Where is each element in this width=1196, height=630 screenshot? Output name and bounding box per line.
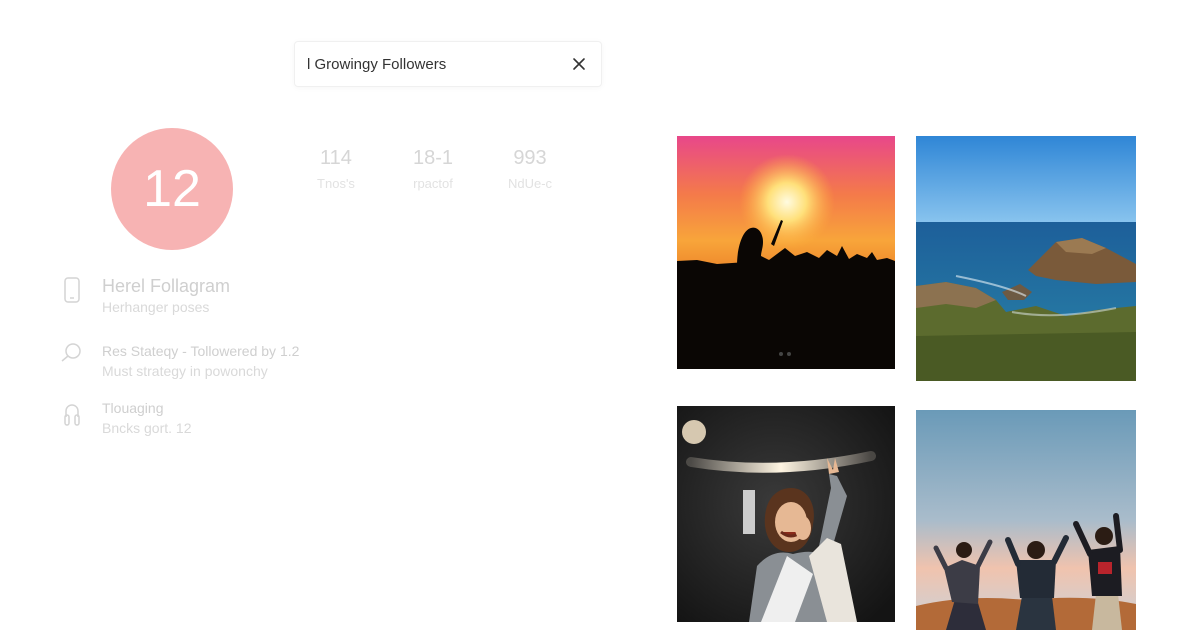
- stat-value: 114: [320, 147, 352, 169]
- stat-value: 18-1: [412, 147, 454, 169]
- info-row-tracking: Tlouaging Bncks gort. 12: [58, 399, 192, 438]
- info-title: Tlouaging: [102, 400, 164, 416]
- stat-followers[interactable]: 18-1 rpactof: [388, 146, 478, 191]
- headphones-icon: [58, 399, 86, 427]
- search-bar[interactable]: l Growingy Followers: [294, 41, 602, 87]
- info-subtitle: Bncks gort. 12: [102, 420, 192, 436]
- avatar[interactable]: 12: [111, 128, 233, 250]
- stat-following[interactable]: 993 NdUe-c: [485, 146, 575, 191]
- close-icon[interactable]: [569, 54, 589, 74]
- stat-posts[interactable]: 114 Tnos's: [291, 146, 381, 191]
- info-subtitle: Herhanger poses: [102, 299, 210, 315]
- info-row-strategy: Res Stateqy - Tollowered by 1.2 Must str…: [58, 342, 299, 381]
- info-title: Res Stateqy - Tollowered by 1.2: [102, 343, 300, 359]
- stat-label: NdUe-c: [507, 176, 553, 191]
- phone-icon: [58, 276, 86, 304]
- search-icon: [58, 342, 86, 370]
- info-subtitle: Must strategy in powonchy: [102, 363, 268, 379]
- stat-label: Tnos's: [317, 176, 355, 191]
- photo-sunset-silhouette[interactable]: [677, 136, 895, 369]
- photo-coastal-cliffs[interactable]: [916, 136, 1136, 381]
- search-input[interactable]: l Growingy Followers: [307, 56, 569, 73]
- stat-value: 993: [513, 147, 547, 169]
- avatar-text: 12: [143, 160, 201, 218]
- stat-label: rpactof: [413, 176, 453, 191]
- info-title: Herel Follagram: [102, 276, 231, 296]
- photo-group-celebrating[interactable]: [916, 410, 1136, 630]
- photo-laughing-woman[interactable]: [677, 406, 895, 622]
- info-row-profile: Herel Follagram Herhanger poses: [58, 276, 230, 317]
